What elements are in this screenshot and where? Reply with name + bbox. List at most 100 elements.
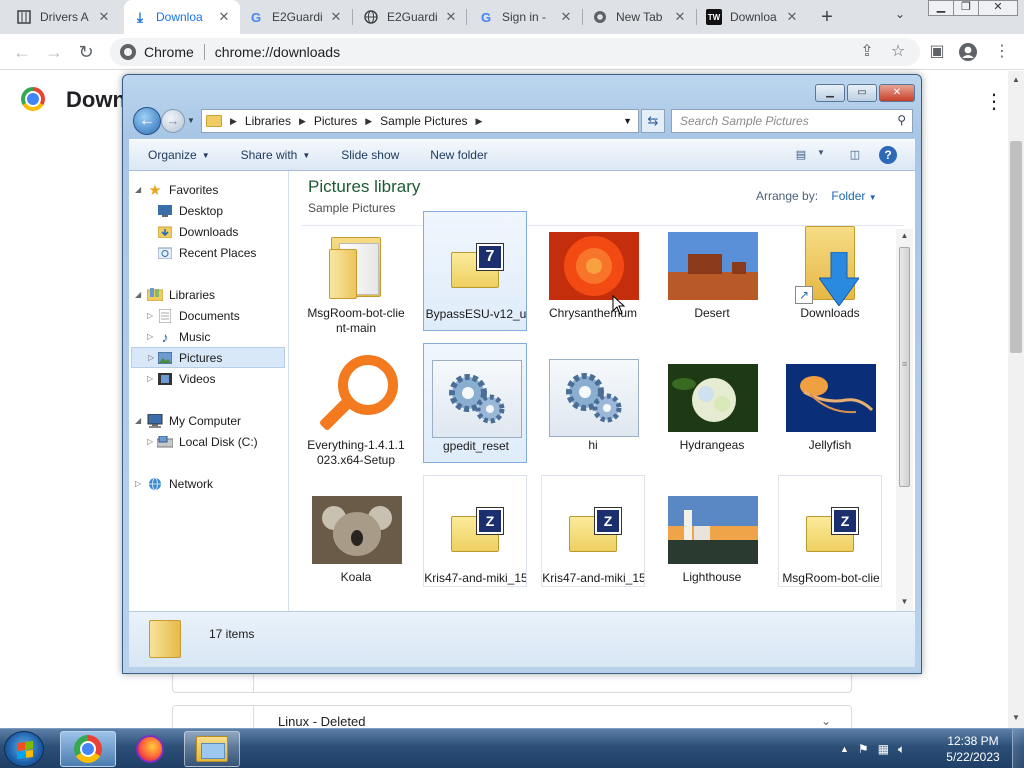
address-bar[interactable]: Chrome chrome://downloads [110,38,920,66]
file-tile[interactable]: hi [541,343,645,463]
expand-arrow-icon[interactable]: ▷ [147,311,153,320]
page-scrollbar[interactable]: ▲ ▼ [1008,71,1024,728]
close-icon[interactable]: ✕ [784,9,800,25]
breadcrumb-separator[interactable]: ▶ [299,116,306,127]
new-tab-button[interactable]: + [815,4,839,30]
preview-pane-icon[interactable]: ◫ [847,148,863,162]
refresh-button[interactable]: ⇆ [641,109,665,133]
minimize-button[interactable]: ▁ [928,0,954,16]
address-dropdown-icon[interactable]: ▼ [623,116,632,126]
scroll-down-arrow[interactable]: ▼ [896,597,913,606]
change-view-icon[interactable]: ▤ [793,148,809,162]
explorer-minimize-button[interactable]: ▁ [815,84,845,102]
explorer-close-button[interactable]: ✕ [879,84,915,102]
scrollbar-thumb[interactable] [1010,141,1022,353]
tab-downloads-2[interactable]: TW Downloa ✕ [698,0,808,34]
breadcrumb-pictures[interactable]: Pictures [314,114,357,128]
close-icon[interactable]: ✕ [216,9,232,25]
arrange-by-dropdown[interactable]: Folder ▼ [831,189,876,203]
view-options-dropdown-icon[interactable]: ▼ [813,148,829,162]
tab-new-tab[interactable]: New Tab ✕ [584,0,696,34]
explorer-maximize-button[interactable]: ▭ [847,84,877,102]
file-tile[interactable]: Jellyfish [778,343,882,463]
tree-network[interactable]: ▷ Network [135,473,213,494]
tree-documents[interactable]: ▷ Documents [147,305,240,326]
organize-button[interactable]: Organize ▼ [148,148,210,162]
file-tile[interactable]: Z Kris47-and-miki_1513... [541,475,645,587]
forward-button[interactable]: → [42,40,66,64]
share-with-button[interactable]: Share with ▼ [241,148,311,162]
file-tile[interactable]: 7 BypassESU-v12_u [423,211,527,331]
breadcrumb-separator[interactable]: ▶ [476,116,483,127]
close-icon[interactable]: ✕ [558,9,574,25]
chevron-down-icon[interactable]: ⌄ [821,714,831,728]
tree-videos[interactable]: ▷ Videos [147,368,215,389]
file-tile[interactable]: Lighthouse [660,475,764,587]
close-icon[interactable]: ✕ [328,9,344,25]
file-tile[interactable]: Desert [660,211,764,331]
kebab-menu-icon[interactable]: ⋮ [984,89,1004,114]
explorer-address-bar[interactable]: ▶ Libraries ▶ Pictures ▶ Sample Pictures… [201,109,639,133]
explorer-forward-button[interactable]: → [161,109,185,133]
breadcrumb-separator[interactable]: ▶ [365,116,372,127]
start-button[interactable] [4,731,44,767]
file-tile[interactable]: Koala [304,475,408,595]
collapse-arrow-icon[interactable]: ◢ [135,185,141,194]
scroll-up-arrow[interactable]: ▲ [1008,75,1024,84]
tree-libraries[interactable]: ◢ Libraries [135,284,215,305]
expand-arrow-icon[interactable]: ▷ [147,374,153,383]
expand-arrow-icon[interactable]: ▷ [147,437,153,446]
restore-button[interactable]: ❐ [953,0,979,16]
network-icon[interactable]: ▦ [878,742,889,756]
taskbar-chrome[interactable] [60,731,116,767]
close-icon[interactable]: ✕ [443,9,459,25]
expand-arrow-icon[interactable]: ▷ [148,353,154,362]
expand-arrow-icon[interactable]: ▷ [135,479,141,488]
tree-pictures[interactable]: ▷ Pictures [131,347,285,368]
tab-e2guardian-1[interactable]: G E2Guardi ✕ [240,0,352,34]
file-tile[interactable]: Chrysanthemum [541,211,645,331]
reload-button[interactable]: ↻ [74,40,98,64]
action-center-icon[interactable]: ⚑ [858,742,869,756]
tree-music[interactable]: ▷ ♪ Music [147,326,210,347]
help-icon[interactable]: ? [879,146,897,164]
file-tile[interactable]: Z MsgRoom-bot-client-main [778,475,882,587]
tab-e2guardian-2[interactable]: E2Guardi ✕ [355,0,467,34]
slide-show-button[interactable]: Slide show [341,148,399,162]
expand-arrow-icon[interactable]: ▷ [147,332,153,341]
tree-recent-places[interactable]: Recent Places [157,242,256,263]
show-desktop-button[interactable] [1012,729,1024,768]
volume-icon[interactable]: 🔈︎ [898,742,905,757]
file-tile[interactable]: Z Kris47-and-miki_1513... [423,475,527,587]
file-tile[interactable]: gpedit_reset [423,343,527,463]
profile-icon[interactable] [958,42,978,62]
kebab-menu-icon[interactable]: ⋮ [992,42,1012,62]
collapse-arrow-icon[interactable]: ◢ [135,416,141,425]
tree-downloads[interactable]: Downloads [157,221,238,242]
close-icon[interactable]: ✕ [96,9,112,25]
recent-pages-dropdown[interactable]: ▼ [187,116,195,125]
clock[interactable]: 12:38 PM 5/22/2023 [938,733,1008,765]
share-icon[interactable]: ⇪ [857,42,877,62]
explorer-back-button[interactable]: ← [133,107,161,135]
tab-downloads[interactable]: ⤓ Downloa ✕ [124,0,240,34]
new-folder-button[interactable]: New folder [430,148,487,162]
star-icon[interactable]: ☆ [888,42,908,62]
tree-local-disk[interactable]: ▷ Local Disk (C:) [147,431,258,452]
tree-favorites[interactable]: ◢ ★ Favorites [135,179,218,200]
file-tile[interactable]: ↗ Downloads [778,211,882,331]
breadcrumb-sample-pictures[interactable]: Sample Pictures [380,114,467,128]
close-icon[interactable]: ✕ [672,9,688,25]
tree-my-computer[interactable]: ◢ My Computer [135,410,241,431]
back-button[interactable]: ← [10,40,34,64]
search-icon[interactable]: ⚲ [897,113,906,127]
file-tile[interactable]: Everything-1.4.1.1023.x64-Setup [304,343,408,467]
file-tile[interactable]: MsgRoom-bot-client-main [304,211,408,335]
side-panel-icon[interactable]: ▣ [927,42,947,62]
file-tile[interactable]: Hydrangeas [660,343,764,463]
tab-sign-in[interactable]: G Sign in - ✕ [470,0,582,34]
collapse-arrow-icon[interactable]: ◢ [135,290,141,299]
close-window-button[interactable]: ✕ [978,0,1018,16]
breadcrumb-separator[interactable]: ▶ [230,116,237,127]
scroll-down-arrow[interactable]: ▼ [1008,713,1024,722]
